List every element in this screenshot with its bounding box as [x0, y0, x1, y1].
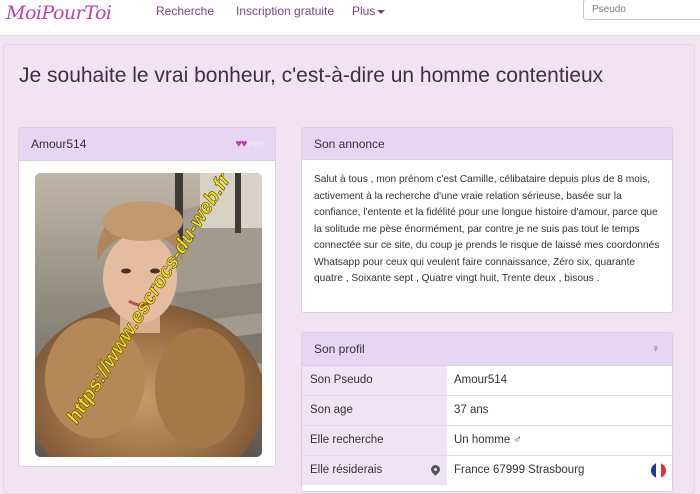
profil-row-value: Amour514 [454, 374, 508, 386]
profil-panel: Son profil ♀ Son Pseudo Amour514 Son age… [301, 332, 674, 492]
profil-row-pseudo: Son Pseudo Amour514 [302, 366, 674, 396]
profile-card-heading: Amour514 ♥♥♥♥♥ [19, 128, 275, 161]
hearts-rating: ♥♥♥♥♥ [235, 128, 264, 161]
annonce-heading: Son annonce [302, 128, 672, 160]
annonce-panel: Son annonce Salut à tous , mon prénom c'… [301, 127, 673, 313]
profil-row-value: France 67999 Strasbourg [454, 464, 585, 476]
annonce-text: Salut à tous , mon prénom c'est Camille,… [314, 174, 660, 284]
profil-row-residence: Elle résiderais France 67999 Strasbourg [302, 456, 674, 486]
profil-row-value: Un homme ♂ [454, 434, 523, 446]
profile-photo-image: https://www.escrocs-du-web.fr [35, 173, 262, 457]
nav-recherche[interactable]: Recherche [156, 4, 214, 18]
top-navbar: MoiPourToi Recherche Inscription gratuit… [0, 0, 700, 36]
france-flag-icon [651, 463, 666, 478]
profile-card: Amour514 ♥♥♥♥♥ https://www.escrocs-du-we… [18, 127, 276, 467]
profil-row-recherche: Elle recherche Un homme ♂ [302, 426, 674, 456]
nav-plus-label: Plus [352, 4, 376, 18]
profil-heading: Son profil ♀ [302, 333, 672, 366]
profil-row-age: Son age 37 ans [302, 396, 674, 426]
female-symbol-icon: ♀ [651, 343, 660, 355]
site-logo[interactable]: MoiPourToi [6, 2, 112, 24]
page-title: Je souhaite le vrai bonheur, c'est-à-dir… [19, 64, 604, 87]
nav-inscription-gratuite[interactable]: Inscription gratuite [236, 4, 334, 18]
profil-row-value: 37 ans [454, 404, 489, 416]
profil-row-label: Elle recherche [302, 426, 447, 455]
profil-row-label: Son age [302, 396, 447, 425]
caret-down-icon [377, 9, 386, 14]
profile-username[interactable]: Amour514 [31, 137, 86, 151]
profil-heading-label: Son profil [314, 342, 365, 356]
profil-row-label: Elle résiderais [302, 456, 447, 485]
nav-plus-dropdown[interactable]: Plus [352, 4, 386, 18]
profile-photo[interactable]: https://www.escrocs-du-web.fr [35, 173, 262, 457]
pseudo-search-input[interactable] [583, 0, 700, 20]
profil-row-label: Son Pseudo [302, 366, 447, 395]
heart-empty-icon: ♥ [257, 138, 263, 150]
